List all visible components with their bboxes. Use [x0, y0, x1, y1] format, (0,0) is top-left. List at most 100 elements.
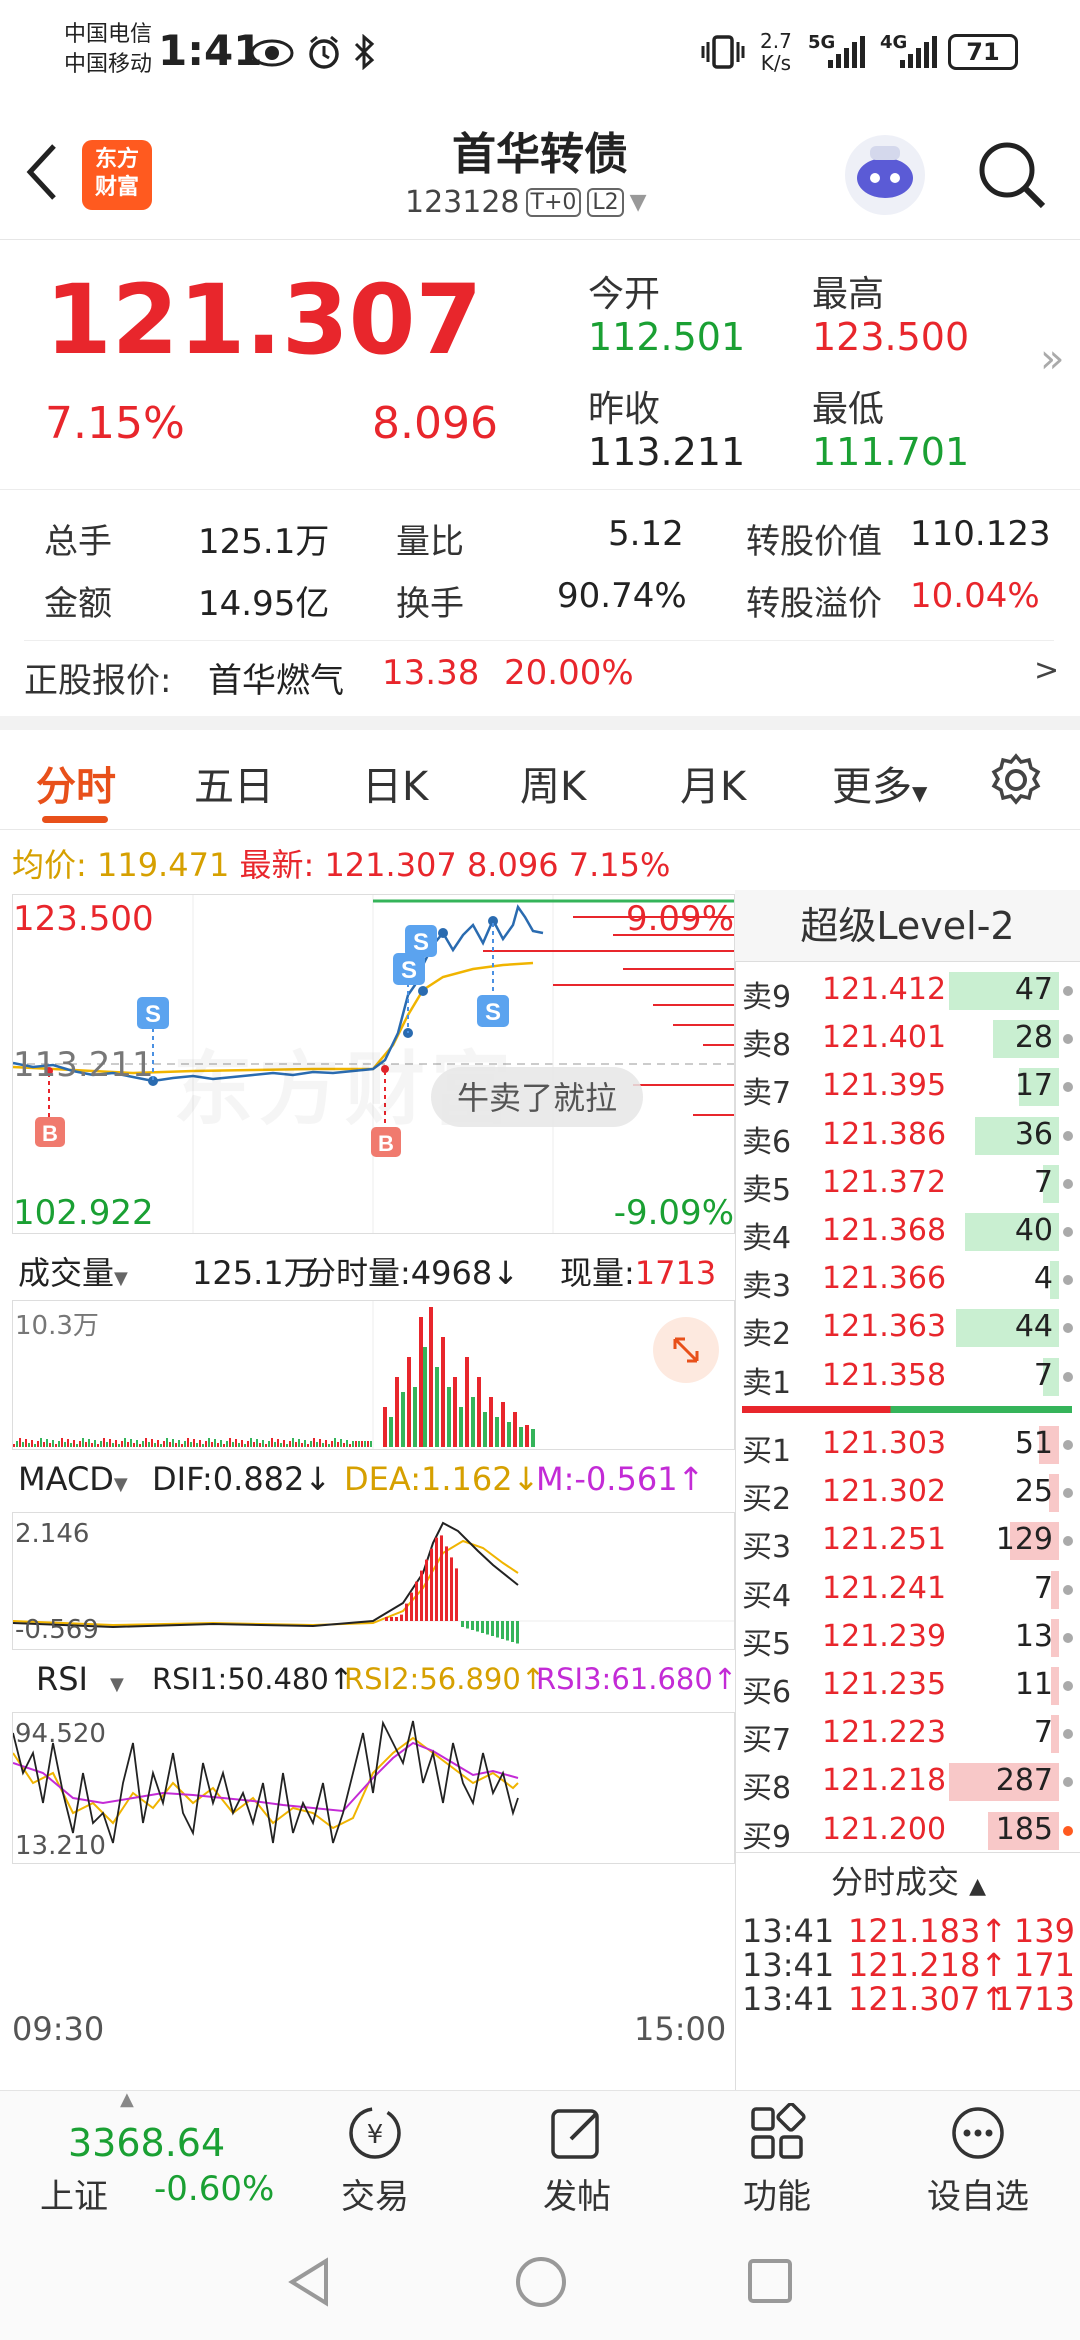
buy-order-row[interactable]: 买1 121.303 51 [736, 1420, 1080, 1469]
rsi-bottom: 13.210 [15, 1831, 106, 1861]
avg-label: 均价: [12, 846, 87, 884]
tab-five-day[interactable]: 五日 [194, 754, 274, 812]
carrier-info: 中国电信 中国移动 [64, 20, 152, 80]
order-dot-icon [1063, 1275, 1073, 1286]
buy-quantity: 25 [1014, 1474, 1053, 1510]
robot-avatar-icon[interactable] [840, 130, 930, 220]
stock-percent: 20.00% [504, 653, 634, 693]
sell-order-row[interactable]: 卖8 121.401 28 [736, 1014, 1080, 1063]
macd-selector[interactable]: MACD▼ [18, 1460, 128, 1498]
buy-quantity: 7 [1033, 1715, 1053, 1751]
sell-order-row[interactable]: 卖5 121.372 7 [736, 1159, 1080, 1208]
sell-quantity: 4 [1033, 1261, 1053, 1297]
level2-title[interactable]: 超级Level-2 [735, 890, 1080, 962]
buy-order-row[interactable]: 买7 121.223 7 [736, 1709, 1080, 1758]
buy-order-row[interactable]: 买3 121.251 129 [736, 1516, 1080, 1565]
buy-order-row[interactable]: 买6 121.235 11 [736, 1661, 1080, 1710]
expand-chevron-icon[interactable]: » [1040, 336, 1064, 382]
current-volume-label: 现量: [560, 1254, 635, 1292]
prev-close-value: 113.211 [588, 430, 746, 474]
caret-up-icon: ▲ [969, 1874, 987, 1899]
nav-functions-label: 功能 [743, 2177, 811, 2217]
sell-quantity: 28 [1014, 1020, 1053, 1056]
signal-4g-icon: 4G [880, 32, 942, 76]
security-code-row[interactable]: 123128 T+0 L2 ▼ [405, 185, 647, 220]
signal-5g-icon: 5G [808, 32, 870, 76]
chevron-down-icon: ▼ [114, 1268, 128, 1289]
trade-row: 13:41 121.307↑ 1713 [736, 1980, 1080, 2018]
sell-level-label: 卖7 [742, 1076, 792, 1112]
volume-selector[interactable]: 成交量▼ [18, 1248, 128, 1294]
sell-order-row[interactable]: 卖6 121.386 36 [736, 1111, 1080, 1160]
buy-orders: 买1 121.303 51 买2 121.302 25 买3 121.251 129 买4 121.… [736, 1420, 1080, 1850]
rsi1-value: RSI1:50.480 [152, 1662, 329, 1696]
system-back-icon[interactable] [284, 2255, 334, 2313]
chart-tabs: 分时 五日 日K 周K 月K 更多▼ [0, 730, 1080, 830]
buy-quantity: 287 [995, 1763, 1053, 1799]
tab-weekly-k[interactable]: 周K [520, 754, 586, 812]
sell-marker-icon[interactable]: S [137, 997, 169, 1029]
tag-t0: T+0 [525, 188, 582, 217]
sell-order-row[interactable]: 卖4 121.368 40 [736, 1207, 1080, 1256]
intraday-chart-area[interactable]: 均价: 119.471 最新: 121.307 8.096 7.15% S S … [0, 830, 737, 2090]
macd-chart[interactable]: 2.146 -0.569 [12, 1512, 735, 1650]
trade-time: 13:41 [742, 1912, 835, 1950]
buy-order-row[interactable]: 买4 121.241 7 [736, 1565, 1080, 1614]
sell-level-label: 卖5 [742, 1172, 792, 1208]
sell-level-label: 卖3 [742, 1269, 792, 1305]
system-recents-icon[interactable] [746, 2257, 794, 2309]
nav-add-watchlist[interactable]: 设自选 [903, 2103, 1053, 2218]
buy-order-row[interactable]: 买9 121.200 185 [736, 1806, 1080, 1850]
sell-marker-icon[interactable]: S [477, 995, 509, 1027]
system-navigation-bar [0, 2225, 1080, 2340]
net-speed-value: 2.7 [760, 29, 792, 53]
app-header: 东方 财富 首华转债 123128 T+0 L2 ▼ [0, 110, 1080, 240]
buy-order-row[interactable]: 买5 121.239 13 [736, 1613, 1080, 1662]
trades-header[interactable]: 分时成交 ▲ [736, 1852, 1080, 1912]
expand-chart-icon[interactable] [653, 1317, 719, 1383]
trade-quantity: 1713 [993, 1980, 1075, 2018]
buy-marker-icon[interactable]: B [35, 1117, 65, 1147]
clock: 1:41 [158, 26, 263, 75]
latest-change: 8.096 [466, 846, 559, 884]
rsi-chart[interactable]: 94.520 13.210 [12, 1712, 735, 1864]
volume-chart[interactable]: 10.3万 [12, 1300, 735, 1450]
sell-order-row[interactable]: 卖9 121.412 47 [736, 966, 1080, 1015]
buy-order-row[interactable]: 买2 121.302 25 [736, 1468, 1080, 1517]
tick-volume: 分时量:4968↓ [304, 1248, 519, 1294]
tab-intraday[interactable]: 分时 [36, 754, 116, 812]
tab-more[interactable]: 更多▼ [832, 754, 927, 812]
trade-time: 13:41 [742, 1946, 835, 1984]
tab-daily-k[interactable]: 日K [362, 754, 428, 812]
sell-marker-icon[interactable]: S [405, 925, 437, 957]
search-icon[interactable] [975, 138, 1047, 214]
buy-level-label: 买8 [742, 1771, 792, 1807]
sell-price: 121.412 [822, 972, 947, 1007]
high-label: 最高 [812, 274, 885, 315]
nav-trade-label: 交易 [341, 2177, 409, 2217]
sell-order-row[interactable]: 卖3 121.366 4 [736, 1255, 1080, 1305]
rsi-selector[interactable]: RSI ▼ [36, 1660, 124, 1698]
tick-volume-value: 4968 [410, 1254, 493, 1292]
status-bar: 中国电信 中国移动 1:41 2.7 K/s 5G 4G 71 [0, 0, 1080, 110]
nav-post[interactable]: 发帖 [502, 2103, 652, 2218]
comment-bubble[interactable]: 牛卖了就拉 [431, 1067, 644, 1127]
tab-monthly-k[interactable]: 月K [680, 754, 746, 812]
price-chart[interactable]: S S S S B B 东方财富 123.500 9.09% 113.211 1… [12, 894, 735, 1234]
latest-pct: 7.15% [568, 846, 671, 884]
sell-order-row[interactable]: 卖1 121.358 7 [736, 1352, 1080, 1401]
nav-functions[interactable]: 功能 [702, 2103, 852, 2218]
buy-order-row[interactable]: 买8 121.218 287 [736, 1757, 1080, 1807]
sell-marker-icon[interactable]: S [393, 953, 425, 985]
alarm-icon [306, 34, 342, 74]
sell-order-row[interactable]: 卖7 121.395 17 [736, 1062, 1080, 1112]
macd-dea-value: DEA:1.162 [344, 1460, 513, 1498]
underlying-stock-row[interactable]: 正股报价: 首华燃气 13.38 20.00% > [24, 640, 1059, 704]
svg-text:B: B [42, 1121, 58, 1146]
nav-trade[interactable]: ¥ 交易 [300, 2103, 450, 2218]
macd-label: MACD [18, 1460, 114, 1498]
system-home-icon[interactable] [514, 2255, 568, 2313]
settings-gear-icon[interactable] [988, 752, 1044, 812]
eye-icon [250, 38, 294, 72]
sell-order-row[interactable]: 卖2 121.363 44 [736, 1303, 1080, 1352]
